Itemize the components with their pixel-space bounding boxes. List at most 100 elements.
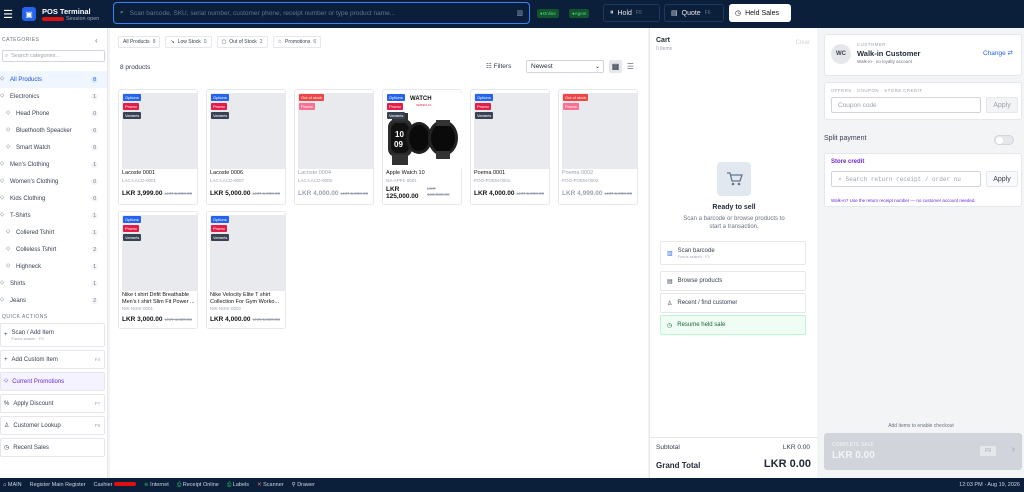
category-electronics[interactable]: ⬦ Electronics 1 (0, 88, 107, 105)
apply-credit-button[interactable]: Apply (986, 171, 1018, 187)
filters-button[interactable]: ☷ Filters (486, 62, 511, 70)
promo-badge: Promo (211, 225, 227, 232)
tag-icon: ⬦ (6, 127, 11, 133)
filters-label: Filters (493, 63, 512, 70)
add-custom-item-button[interactable]: + Add Custom Item F4 (0, 350, 105, 369)
variants-badge: Variants (211, 112, 230, 119)
product-card[interactable]: Options Promo Variants Lacoste 0001 LAC-… (118, 89, 198, 205)
promo-badge: Promo (123, 225, 139, 232)
product-name: Nike Velocity Elite T shirt Collection F… (210, 292, 279, 305)
complete-sale-shortcut: F9 (980, 446, 996, 456)
category-mens-clothing[interactable]: ⬦ Men's Clothing 1 (0, 156, 107, 173)
product-image: Options Promo Variants (122, 93, 198, 169)
cart-totals: Subtotal LKR 0.00 Grand Total LKR 0.00 (650, 437, 818, 478)
product-image: Out of stock Promo (562, 93, 638, 169)
product-card[interactable]: Out of stock Promo Lacoste 0004 LAC-LACO… (294, 89, 374, 205)
category-bluethooth-speacker[interactable]: ⬦ Bluethooth Speacker 0 (0, 122, 107, 139)
product-card[interactable]: Out of stock Promo Poema 0002 POO-POEM-0… (558, 89, 638, 205)
action-sub: Focus search · F2 (677, 253, 710, 259)
shopping-cart-icon (727, 172, 743, 186)
product-sku: NIK-NIKE-0002 (210, 306, 242, 311)
change-customer-button[interactable]: Change ⇄ (983, 49, 1013, 57)
price-value: LKR 4,000.00 (210, 316, 251, 323)
product-search-input[interactable]: ⌕ Scan barcode, SKU, serial number, cust… (113, 2, 530, 24)
complete-sale-button[interactable]: COMPLETE SALE LKR 0.00 F9 › (824, 433, 1022, 470)
category-search-input[interactable]: ⌕ Search categories... (2, 50, 105, 62)
current-promotions-button[interactable]: ⬦ Current Promotions (0, 372, 105, 391)
hold-shortcut: F5 (635, 10, 642, 16)
category-womens-clothing[interactable]: ⬦ Women's Clothing 0 (0, 173, 107, 190)
category-jeans[interactable]: ⬦ Jeans 2 (0, 292, 107, 309)
scan-barcode-button[interactable]: ▥ Scan barcode Focus search · F2 (660, 241, 806, 265)
action-label: Apply Discount (13, 400, 54, 407)
category-list: ⬦ All Products 8 ⬦ Electronics 1 ⬦ Head Phone… (0, 71, 107, 309)
category-label: Head Phone (16, 110, 50, 117)
category-smart-watch[interactable]: ⬦ Smart Watch 0 (0, 139, 107, 156)
customer-card: WC CUSTOMER Walk-in Customer Walk-in · n… (824, 34, 1022, 76)
internet-status: ≋ Internet (144, 482, 169, 488)
clock-icon: ◷ (735, 10, 742, 17)
category-collered-tshirt[interactable]: ⬦ Collered Tshirt 1 (0, 224, 107, 241)
category-label: Shirts (10, 280, 26, 287)
customer-sub: Walk-in · no loyalty account (857, 59, 912, 64)
hold-button[interactable]: ⏸ Hold F5 (603, 4, 660, 22)
product-card[interactable]: Options Promo Variants Lacoste 0006 LAC-… (206, 89, 286, 205)
scan-add-item-button[interactable]: + Scan / Add Item Focus search · F2 (0, 323, 105, 347)
category-label: Kids Clothing (10, 195, 46, 202)
return-receipt-search-input[interactable]: ⌕ Search return receipt / order nu (831, 171, 981, 187)
category-t-shirts[interactable]: ⬦ T-Shirts 1 (0, 207, 107, 224)
product-sku: LAC-LACO-0007 (210, 178, 245, 183)
product-card[interactable]: 10 09 WATCH SERIES 10 Options Promo Vari… (382, 89, 462, 205)
user-icon: ♙ (667, 300, 673, 307)
category-colleless-tshirt[interactable]: ⬦ Colleless Tshirt 2 (0, 241, 107, 258)
product-card[interactable]: Options Promo Variants Nike t shirt Drif… (118, 211, 198, 329)
held-sales-button[interactable]: ◷ Held Sales (729, 4, 791, 22)
product-count: 8 products (120, 64, 151, 71)
grid-view-icon[interactable]: ▦ (609, 60, 622, 73)
sort-select[interactable]: Newest ⌄ (526, 60, 604, 73)
category-highneck[interactable]: ⬦ Highneck 1 (0, 258, 107, 275)
find-customer-button[interactable]: ♙ Recent / find customer (660, 293, 806, 313)
barcode-icon[interactable]: ▥ (516, 9, 523, 17)
category-head-phone[interactable]: ⬦ Head Phone 0 (0, 105, 107, 122)
options-badge: Options (211, 94, 229, 101)
filter-out-of-stock[interactable]: ▢ Out of Stock 2 (216, 36, 268, 48)
list-view-icon[interactable]: ☰ (624, 60, 637, 73)
product-price: LKR 5,000.00 LKR 6,000.00 (210, 190, 280, 197)
filter-low-stock[interactable]: ↘ Low Stock 0 (165, 36, 212, 48)
customer-lookup-button[interactable]: ♙ Customer Lookup F8 (0, 416, 105, 435)
variants-badge: Variants (475, 112, 494, 119)
tag-icon: ⬦ (0, 280, 5, 286)
category-count: 0 (91, 110, 98, 117)
quote-button[interactable]: ▤ Quote F6 (664, 4, 724, 22)
apply-coupon-button[interactable]: Apply (986, 97, 1018, 113)
cart-icon (717, 162, 751, 196)
coupon-code-input[interactable]: Coupon code (831, 97, 981, 113)
hamburger-menu-icon[interactable]: ☰ (0, 0, 16, 28)
product-name: Lacoste 0001 (122, 170, 156, 176)
agent-label: Agent (574, 11, 587, 16)
category-all-products[interactable]: ⬦ All Products 8 (0, 71, 107, 88)
product-card[interactable]: Options Promo Variants Poema 0001 POO-PO… (470, 89, 550, 205)
filter-all-products[interactable]: All Products 8 (118, 36, 161, 48)
recent-sales-button[interactable]: ◷ Recent Sales (0, 438, 105, 457)
clear-cart-button[interactable]: Clear (796, 40, 810, 46)
category-label: Jeans (10, 297, 27, 304)
price-value: LKR 3,000.00 (122, 316, 163, 323)
filter-count: 0 (203, 39, 207, 45)
variants-badge: Variants (387, 112, 406, 119)
category-shirts[interactable]: ⬦ Shirts 1 (0, 275, 107, 292)
internet-label: Internet (150, 482, 169, 488)
browse-products-button[interactable]: ▤ Browse products (660, 271, 806, 291)
split-payment-row: Split payment (824, 132, 1022, 148)
sliders-icon: ☷ (486, 63, 492, 70)
resume-held-sale-button[interactable]: ◷ Resume held sale (660, 315, 806, 335)
split-payment-toggle[interactable] (994, 135, 1014, 145)
category-kids-clothing[interactable]: ⬦ Kids Clothing 0 (0, 190, 107, 207)
collapse-sidebar-icon[interactable]: ‹ (95, 36, 98, 45)
ready-subtitle: Scan a barcode or browse products to sta… (683, 216, 785, 230)
product-card[interactable]: Options Promo Variants Nike Velocity Eli… (206, 211, 286, 329)
apply-discount-button[interactable]: % Apply Discount F7 (0, 394, 105, 413)
filter-promotions[interactable]: ☆ Promotions 6 (272, 36, 322, 48)
category-label: Women's Clothing (10, 178, 59, 185)
